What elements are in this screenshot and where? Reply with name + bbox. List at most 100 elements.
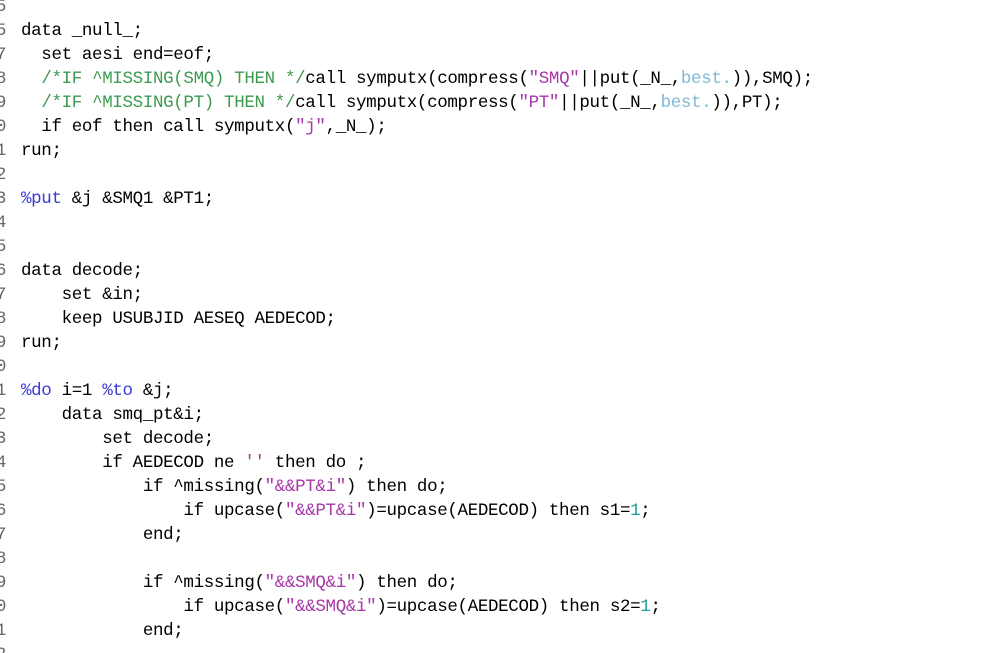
code-line-text[interactable] [6, 643, 998, 653]
code-token-number: 1 [630, 501, 641, 521]
code-line-text[interactable]: set &in; [6, 283, 998, 307]
code-line[interactable]: 2 data smq_pt&i; [0, 403, 998, 427]
code-line[interactable]: 7 set aesi end=eof; [0, 43, 998, 67]
code-line-text[interactable]: set decode; [6, 427, 998, 451]
code-line-text[interactable]: if ^missing("&&SMQ&i") then do; [6, 571, 998, 595]
code-line-text[interactable]: end; [6, 619, 998, 643]
code-line-text[interactable]: if AEDECOD ne '' then do ; [6, 451, 998, 475]
code-token-plain: run; [21, 333, 62, 353]
code-token-plain: data smq_pt&i; [21, 405, 204, 425]
code-line[interactable]: 8 [0, 547, 998, 571]
code-line-text[interactable] [6, 547, 998, 571]
code-token-plain: call symputx(compress( [305, 69, 529, 89]
code-line-text[interactable]: run; [6, 139, 998, 163]
code-token-string: "&&PT&i" [264, 477, 347, 497]
code-line[interactable]: 5 [0, 235, 998, 259]
line-number: 1 [0, 381, 6, 401]
code-line[interactable]: 5 if ^missing("&&PT&i") then do; [0, 475, 998, 499]
code-line-text[interactable]: if upcase("&&SMQ&i")=upcase(AEDECOD) the… [6, 595, 998, 619]
code-line-text[interactable]: set aesi end=eof; [6, 43, 998, 67]
code-line-text[interactable]: if eof then call symputx("j",_N_); [6, 115, 998, 139]
code-token-string: "&&PT&i" [284, 501, 367, 521]
code-line[interactable]: 9 /*IF ^MISSING(PT) THEN */call symputx(… [0, 91, 998, 115]
code-line[interactable]: 5 data _null_; [0, 19, 998, 43]
code-line-text[interactable] [6, 211, 998, 235]
line-number: 1 [0, 621, 6, 641]
line-number: 3 [0, 189, 6, 209]
code-lines-container[interactable]: 5 5 data _null_; 7 set aesi end=eof; 8 /*IF… [0, 0, 998, 653]
line-number: 8 [0, 69, 6, 89]
code-line[interactable]: 9 run; [0, 331, 998, 355]
code-token-plain: if ^missing( [21, 477, 265, 497]
line-number: 5 [0, 477, 6, 497]
code-line-text[interactable]: data decode; [6, 259, 998, 283]
code-line[interactable]: 0 [0, 355, 998, 379]
code-line[interactable]: 8 /*IF ^MISSING(SMQ) THEN */call symputx… [0, 67, 998, 91]
code-line-text[interactable]: run; [6, 331, 998, 355]
code-line-text[interactable] [6, 235, 998, 259]
code-editor[interactable]: 5 5 data _null_; 7 set aesi end=eof; 8 /*IF… [0, 0, 998, 653]
code-line-text[interactable] [6, 163, 998, 187]
code-line[interactable]: 6 if upcase("&&PT&i")=upcase(AEDECOD) th… [0, 499, 998, 523]
code-line-text[interactable] [6, 0, 998, 19]
code-line-text[interactable]: end; [6, 523, 998, 547]
line-number: 6 [0, 261, 6, 281]
code-line[interactable]: 8 keep USUBJID AESEQ AEDECOD; [0, 307, 998, 331]
code-line[interactable]: 2 [0, 163, 998, 187]
code-line[interactable]: 7 set &in; [0, 283, 998, 307]
code-token-macro_keyword: %put [21, 189, 62, 209]
code-token-plain: ) then do; [345, 477, 448, 497]
line-number: 9 [0, 93, 6, 113]
line-number: 5 [0, 237, 6, 257]
code-token-plain: set &in; [21, 285, 144, 305]
line-number: 9 [0, 333, 6, 353]
line-number: 5 [0, 0, 6, 17]
code-line[interactable]: 3 set decode; [0, 427, 998, 451]
code-token-plain: )),SMQ); [731, 69, 814, 89]
code-line[interactable]: 2 [0, 643, 998, 653]
code-token-plain: then do ; [264, 453, 367, 473]
code-line-text[interactable]: %do i=1 %to &j; [6, 379, 998, 403]
code-token-plain: ; [650, 597, 661, 617]
code-line[interactable]: 0 if upcase("&&SMQ&i")=upcase(AEDECOD) t… [0, 595, 998, 619]
code-line-text[interactable]: data smq_pt&i; [6, 403, 998, 427]
code-token-plain: if upcase( [21, 501, 285, 521]
code-line[interactable]: 1 run; [0, 139, 998, 163]
line-number: 8 [0, 309, 6, 329]
code-token-plain: if AEDECOD ne [21, 453, 245, 473]
code-line[interactable]: 1 end; [0, 619, 998, 643]
code-line-text[interactable]: if ^missing("&&PT&i") then do; [6, 475, 998, 499]
code-line[interactable]: 6 data decode; [0, 259, 998, 283]
code-line-text[interactable]: if upcase("&&PT&i")=upcase(AEDECOD) then… [6, 499, 998, 523]
code-line-text[interactable] [6, 355, 998, 379]
line-number: 2 [0, 643, 6, 653]
code-token-string: "PT" [518, 93, 560, 113]
code-line[interactable]: 0 if eof then call symputx("j",_N_); [0, 115, 998, 139]
code-line[interactable]: 3 %put &j &SMQ1 &PT1; [0, 187, 998, 211]
line-number: 3 [0, 429, 6, 449]
code-line-text[interactable]: /*IF ^MISSING(SMQ) THEN */call symputx(c… [6, 67, 998, 91]
line-number: 7 [0, 285, 6, 305]
code-line[interactable]: 9 if ^missing("&&SMQ&i") then do; [0, 571, 998, 595]
code-token-plain: ||put(_N_, [579, 69, 681, 89]
code-line[interactable]: 4 [0, 211, 998, 235]
code-token-plain: ,_N_); [325, 117, 387, 137]
code-line-text[interactable]: /*IF ^MISSING(PT) THEN */call symputx(co… [6, 91, 998, 115]
code-token-plain: )),PT); [711, 93, 783, 113]
code-line-text[interactable]: data _null_; [6, 19, 998, 43]
code-token-comment: /*IF ^MISSING(PT) THEN */ [41, 93, 296, 113]
code-line[interactable]: 4 if AEDECOD ne '' then do ; [0, 451, 998, 475]
code-token-plain: end; [21, 525, 184, 545]
code-line[interactable]: 1 %do i=1 %to &j; [0, 379, 998, 403]
code-token-format: best. [660, 93, 712, 113]
code-line[interactable]: 5 [0, 0, 998, 19]
code-token-plain: if ^missing( [21, 573, 265, 593]
line-number: 5 [0, 21, 6, 41]
code-line-text[interactable]: %put &j &SMQ1 &PT1; [6, 187, 998, 211]
code-line-text[interactable]: keep USUBJID AESEQ AEDECOD; [6, 307, 998, 331]
code-token-plain: i=1 [51, 381, 103, 401]
line-number: 6 [0, 501, 6, 521]
code-line[interactable]: 7 end; [0, 523, 998, 547]
code-token-plain: data _null_; [21, 21, 143, 41]
line-number: 2 [0, 165, 6, 185]
